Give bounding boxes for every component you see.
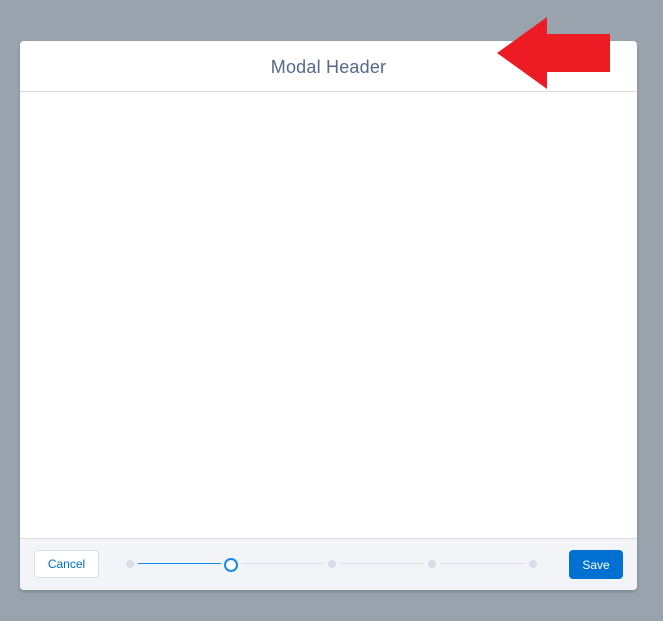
cancel-button[interactable]: Cancel <box>34 550 99 578</box>
save-button[interactable]: Save <box>569 550 623 579</box>
progress-step-2[interactable] <box>223 558 238 572</box>
modal-body <box>20 92 637 538</box>
red-arrow-left-icon <box>497 17 610 89</box>
progress-step-1[interactable] <box>126 560 134 568</box>
progress-step-3[interactable] <box>327 560 336 568</box>
modal-dialog: Modal Header Cancel Save <box>20 41 637 590</box>
progress-bar-fill <box>130 563 231 564</box>
modal-title: Modal Header <box>270 56 387 77</box>
progress-step-5[interactable] <box>529 560 537 568</box>
progress-step-4[interactable] <box>428 560 437 568</box>
modal-footer: Cancel Save <box>20 538 637 590</box>
progress-indicator <box>126 556 537 572</box>
